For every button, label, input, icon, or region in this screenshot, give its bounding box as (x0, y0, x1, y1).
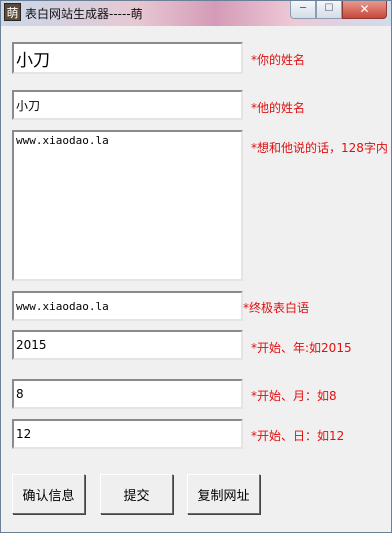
window-title: 表白网站生成器-----萌 (25, 7, 143, 21)
message-textarea[interactable]: www.xiaodao.la (12, 130, 243, 281)
final-words-label: *终极表白语 (243, 301, 310, 315)
final-words-input[interactable] (12, 291, 243, 321)
app-window: 萌 表白网站生成器-----萌 ─ ☐ ✕ *你的姓名 *他的姓名 www.xi… (0, 0, 392, 533)
minimize-icon: ─ (299, 3, 307, 14)
close-icon: ✕ (359, 2, 370, 16)
maximize-button[interactable]: ☐ (316, 1, 342, 19)
minimize-button[interactable]: ─ (290, 1, 316, 19)
start-year-label: *开始、年:如2015 (251, 341, 352, 355)
confirm-info-button[interactable]: 确认信息 (12, 474, 85, 514)
start-year-input[interactable] (12, 330, 243, 360)
title-bar[interactable]: 萌 表白网站生成器-----萌 ─ ☐ ✕ (1, 1, 391, 26)
your-name-label: *你的姓名 (251, 53, 306, 67)
app-icon: 萌 (4, 3, 21, 21)
copy-url-button[interactable]: 复制网址 (187, 474, 260, 514)
maximize-icon: ☐ (324, 3, 334, 14)
start-month-label: *开始、月：如8 (251, 389, 337, 403)
your-name-input[interactable] (12, 42, 243, 74)
their-name-label: *他的姓名 (251, 101, 306, 115)
close-button[interactable]: ✕ (342, 1, 387, 19)
message-label: *想和他说的话，128字内 (251, 141, 388, 155)
start-day-input[interactable] (12, 419, 243, 449)
start-day-label: *开始、日：如12 (251, 429, 345, 443)
start-month-input[interactable] (12, 379, 243, 409)
their-name-input[interactable] (12, 90, 243, 120)
submit-button[interactable]: 提交 (100, 474, 173, 514)
